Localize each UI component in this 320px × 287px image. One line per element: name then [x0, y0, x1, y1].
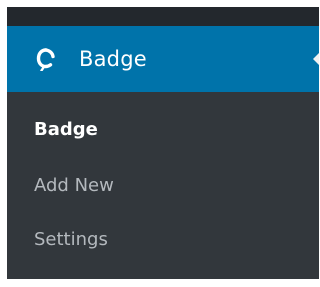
submenu-item-badge[interactable]: Badge [34, 119, 98, 140]
menu-item-label: Badge [79, 47, 147, 71]
menu-item-badge[interactable]: Badge [7, 26, 319, 92]
menu-top-bar [7, 7, 319, 26]
submenu-item-settings[interactable]: Settings [34, 229, 108, 250]
badge-logo-icon [35, 47, 57, 71]
submenu: Badge Add New Settings [7, 92, 319, 279]
admin-menu-frame: Badge Badge Add New Settings [0, 0, 319, 287]
bottom-strip [7, 279, 319, 287]
submenu-item-add-new[interactable]: Add New [34, 175, 114, 196]
current-menu-arrow [313, 53, 319, 65]
